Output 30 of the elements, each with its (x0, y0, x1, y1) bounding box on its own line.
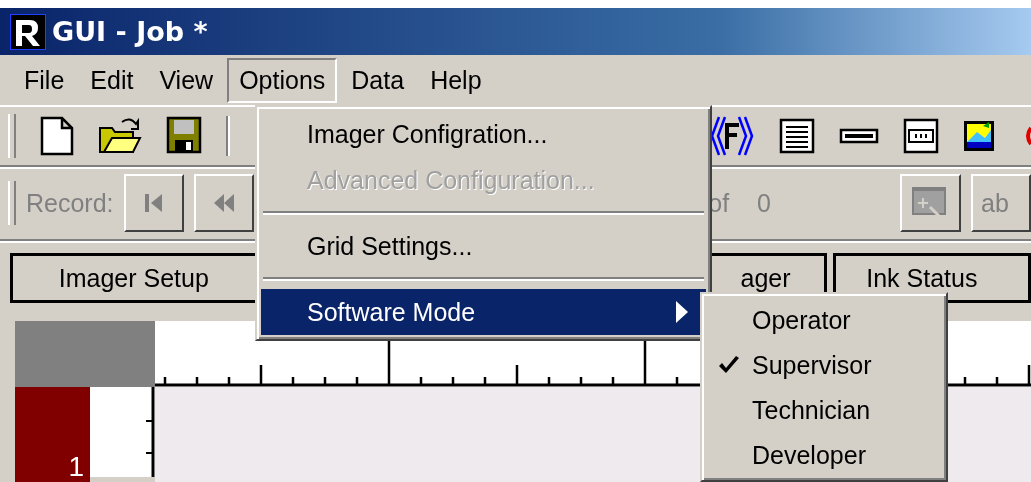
menu-option[interactable]: Developer (706, 433, 942, 478)
window-title: GUI - Job * (52, 16, 208, 47)
previous-records-button[interactable] (193, 174, 254, 232)
menu-option[interactable]: Imager Configration... (261, 111, 706, 157)
menu-item[interactable]: Options (227, 57, 338, 103)
new-file-icon[interactable] (39, 116, 74, 156)
row-number: 1 (68, 451, 84, 482)
card-icon[interactable] (903, 118, 939, 154)
field-bar-icon[interactable] (839, 127, 879, 145)
menu-option[interactable]: Technician (706, 388, 942, 433)
zoom-window-button[interactable] (899, 174, 961, 232)
app-logo-icon (10, 13, 46, 50)
record-label: Record: (25, 188, 114, 218)
submenu-item[interactable]: Software Mode (261, 289, 706, 335)
menu-item[interactable]: Data (339, 57, 417, 103)
menu-item[interactable]: File (12, 57, 77, 103)
menu-item[interactable]: Help (418, 57, 494, 103)
tab[interactable]: Imager Setup (10, 253, 258, 303)
open-folder-icon[interactable] (97, 116, 142, 156)
toolbar-grip[interactable] (8, 181, 16, 225)
toolbar-grip[interactable] (8, 114, 16, 158)
first-record-button[interactable] (123, 174, 184, 232)
image-icon[interactable] (963, 120, 995, 152)
menu-item[interactable]: Edit (78, 57, 146, 103)
text-block-icon[interactable] (779, 118, 815, 154)
submenu-arrow-icon (676, 301, 688, 323)
record-count: 0 (757, 188, 771, 218)
menu-option[interactable]: Supervisor (706, 343, 942, 388)
save-icon[interactable] (165, 116, 202, 156)
menu-item[interactable]: View (147, 57, 226, 103)
